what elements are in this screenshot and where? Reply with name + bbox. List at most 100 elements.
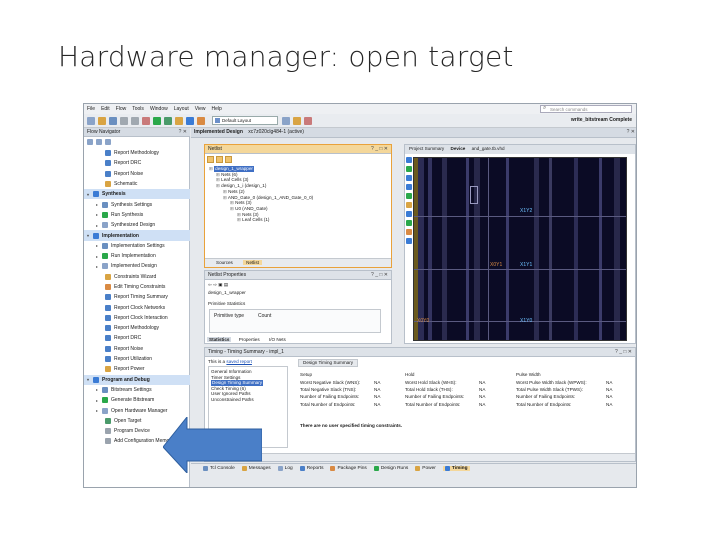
menu-view[interactable]: View	[195, 106, 206, 112]
expand-icon[interactable]: ▸	[96, 264, 100, 269]
flow-item[interactable]: ▸ Synthesis Settings	[84, 199, 190, 209]
flow-item[interactable]: Schematic	[84, 179, 190, 189]
tab-design-timing-summary[interactable]: Design Timing Summary	[298, 359, 359, 367]
flow-item[interactable]: ▸ Run Implementation	[84, 251, 190, 261]
flow-item[interactable]: ▾ Program and Debug	[84, 374, 190, 385]
tab-statistics[interactable]: Statistics	[207, 337, 232, 342]
flow-item[interactable]: Report Clock Networks	[84, 302, 190, 312]
flow-item[interactable]: Report Utilization	[84, 354, 190, 364]
tab-sources[interactable]: Sources	[213, 260, 236, 265]
select-icon[interactable]	[406, 157, 412, 163]
tab-power[interactable]: Power	[415, 466, 436, 471]
flow-item[interactable]: ▸ Implementation Settings	[84, 241, 190, 251]
placed-cell[interactable]	[470, 186, 478, 204]
flow-item[interactable]: Report Methodology	[84, 148, 190, 158]
panel-controls[interactable]: ? _ □ ✕	[371, 271, 388, 279]
tab-project-summary[interactable]: Project Summary	[409, 146, 444, 151]
new-project-icon[interactable]	[87, 116, 95, 125]
tab-package-pins[interactable]: Package Pins	[330, 466, 367, 471]
flow-item[interactable]: ▸ Generate Bitstream	[84, 395, 190, 405]
tab-timing[interactable]: Timing	[442, 466, 470, 471]
tab-reports[interactable]: Reports	[299, 466, 323, 471]
expand-icon[interactable]: ▸	[96, 212, 100, 217]
save-icon[interactable]	[109, 116, 117, 125]
expand-icon[interactable]: ▸	[96, 398, 100, 403]
run-icon[interactable]	[153, 116, 161, 125]
tab-design-runs[interactable]: Design Runs	[373, 466, 408, 471]
search-commands-input[interactable]: Search commands	[540, 105, 632, 113]
flow-item[interactable]: ▾ Implementation	[84, 230, 190, 241]
collapse-icon[interactable]	[96, 139, 102, 145]
flow-item[interactable]: Report DRC	[84, 333, 190, 343]
hierarchy-icon[interactable]	[225, 156, 232, 163]
tool-icon[interactable]	[293, 116, 301, 125]
search-icon[interactable]	[87, 139, 93, 145]
expand-icon[interactable]: ▸	[96, 202, 100, 207]
flow-item[interactable]: Constraints Wizard	[84, 272, 190, 282]
highlight-icon[interactable]	[406, 202, 412, 208]
menu-edit[interactable]: Edit	[101, 106, 110, 112]
layout-select[interactable]: Default Layout	[212, 116, 278, 125]
expand-icon[interactable]: ▸	[96, 223, 100, 228]
flow-item[interactable]: Report Timing Summary	[84, 292, 190, 302]
flow-item[interactable]: ▸ Bitstream Settings	[84, 385, 190, 395]
sum-icon[interactable]	[186, 116, 194, 125]
panel-controls[interactable]: ? _ □ ✕	[615, 348, 632, 356]
tab-properties[interactable]: Properties	[237, 337, 262, 342]
expand-icon[interactable]	[216, 156, 223, 163]
expand-icon[interactable]: ▸	[96, 387, 100, 392]
expand-icon[interactable]: ▾	[87, 377, 91, 382]
panel-controls[interactable]: ? _ □ ✕	[371, 145, 388, 153]
expand-icon[interactable]: ▸	[96, 254, 100, 259]
program-icon[interactable]	[164, 116, 172, 125]
menu-file[interactable]: File	[87, 106, 95, 112]
settings-icon[interactable]	[175, 116, 183, 125]
route-icon[interactable]	[406, 193, 412, 199]
menu-tools[interactable]: Tools	[132, 106, 144, 112]
flow-item[interactable]: Report Clock Interaction	[84, 313, 190, 323]
flow-item[interactable]: Edit Timing Constraints	[84, 282, 190, 292]
flow-item[interactable]: Report Noise	[84, 344, 190, 354]
zoom-in-icon[interactable]	[406, 166, 412, 172]
nav-arrows[interactable]: ⇦ ⇨ ▣ ▤	[208, 282, 228, 288]
expand-icon[interactable]: ▸	[96, 408, 100, 413]
stop-icon[interactable]	[304, 116, 312, 125]
flow-item[interactable]: Report Noise	[84, 169, 190, 179]
expand-icon[interactable]: ▾	[87, 233, 91, 238]
timing-summary-tab[interactable]: Timing Summary - impl_1	[205, 453, 635, 461]
open-project-icon[interactable]	[98, 116, 106, 125]
menu-help[interactable]: Help	[212, 106, 222, 112]
undo-icon[interactable]	[120, 116, 128, 125]
expand-icon[interactable]: ▸	[96, 243, 100, 248]
redo-icon[interactable]	[131, 116, 139, 125]
flow-item[interactable]: Report DRC	[84, 158, 190, 168]
flow-item[interactable]: ▾ Synthesis	[84, 189, 190, 200]
timing-tree-item[interactable]: Unconstrained Paths	[211, 397, 285, 403]
clock-region-icon[interactable]	[406, 238, 412, 244]
tab-and-gate-tb[interactable]: and_gate.tb.vhd	[472, 146, 505, 151]
flow-item[interactable]: ▸ Open Hardware Manager	[84, 405, 190, 415]
netlist-node[interactable]: ⊞ Leaf Cells (1)	[209, 217, 389, 223]
flow-item[interactable]: Report Methodology	[84, 323, 190, 333]
saved-report-link[interactable]: saved report	[226, 359, 252, 364]
mark-icon[interactable]	[406, 211, 412, 217]
tab-io-nets[interactable]: I/O Nets	[267, 337, 288, 342]
menu-window[interactable]: Window	[150, 106, 168, 112]
flow-item[interactable]: ▸ Synthesized Design	[84, 220, 190, 230]
panel-controls[interactable]: ? ✕	[179, 128, 187, 136]
tool-icon[interactable]	[406, 229, 412, 235]
fpga-device-view[interactable]: X1Y2 X0Y1 X1Y1 X0Y0 X1Y0	[413, 157, 627, 341]
expand-icon[interactable]: ▾	[87, 192, 91, 197]
tab-device[interactable]: Device	[451, 146, 466, 151]
flow-item[interactable]: ▸ Run Synthesis	[84, 210, 190, 220]
tab-netlist[interactable]: Netlist	[243, 260, 262, 265]
zoom-fit-icon[interactable]	[406, 184, 412, 190]
flow-item[interactable]: ▸ Implemented Design	[84, 261, 190, 271]
panel-controls[interactable]: ? ✕	[627, 128, 635, 137]
tab-log[interactable]: Log	[277, 466, 293, 471]
layout-icon[interactable]	[282, 116, 290, 125]
delete-icon[interactable]	[142, 116, 150, 125]
menu-layout[interactable]: Layout	[174, 106, 189, 112]
zoom-out-icon[interactable]	[406, 175, 412, 181]
collapse-icon[interactable]	[207, 156, 214, 163]
